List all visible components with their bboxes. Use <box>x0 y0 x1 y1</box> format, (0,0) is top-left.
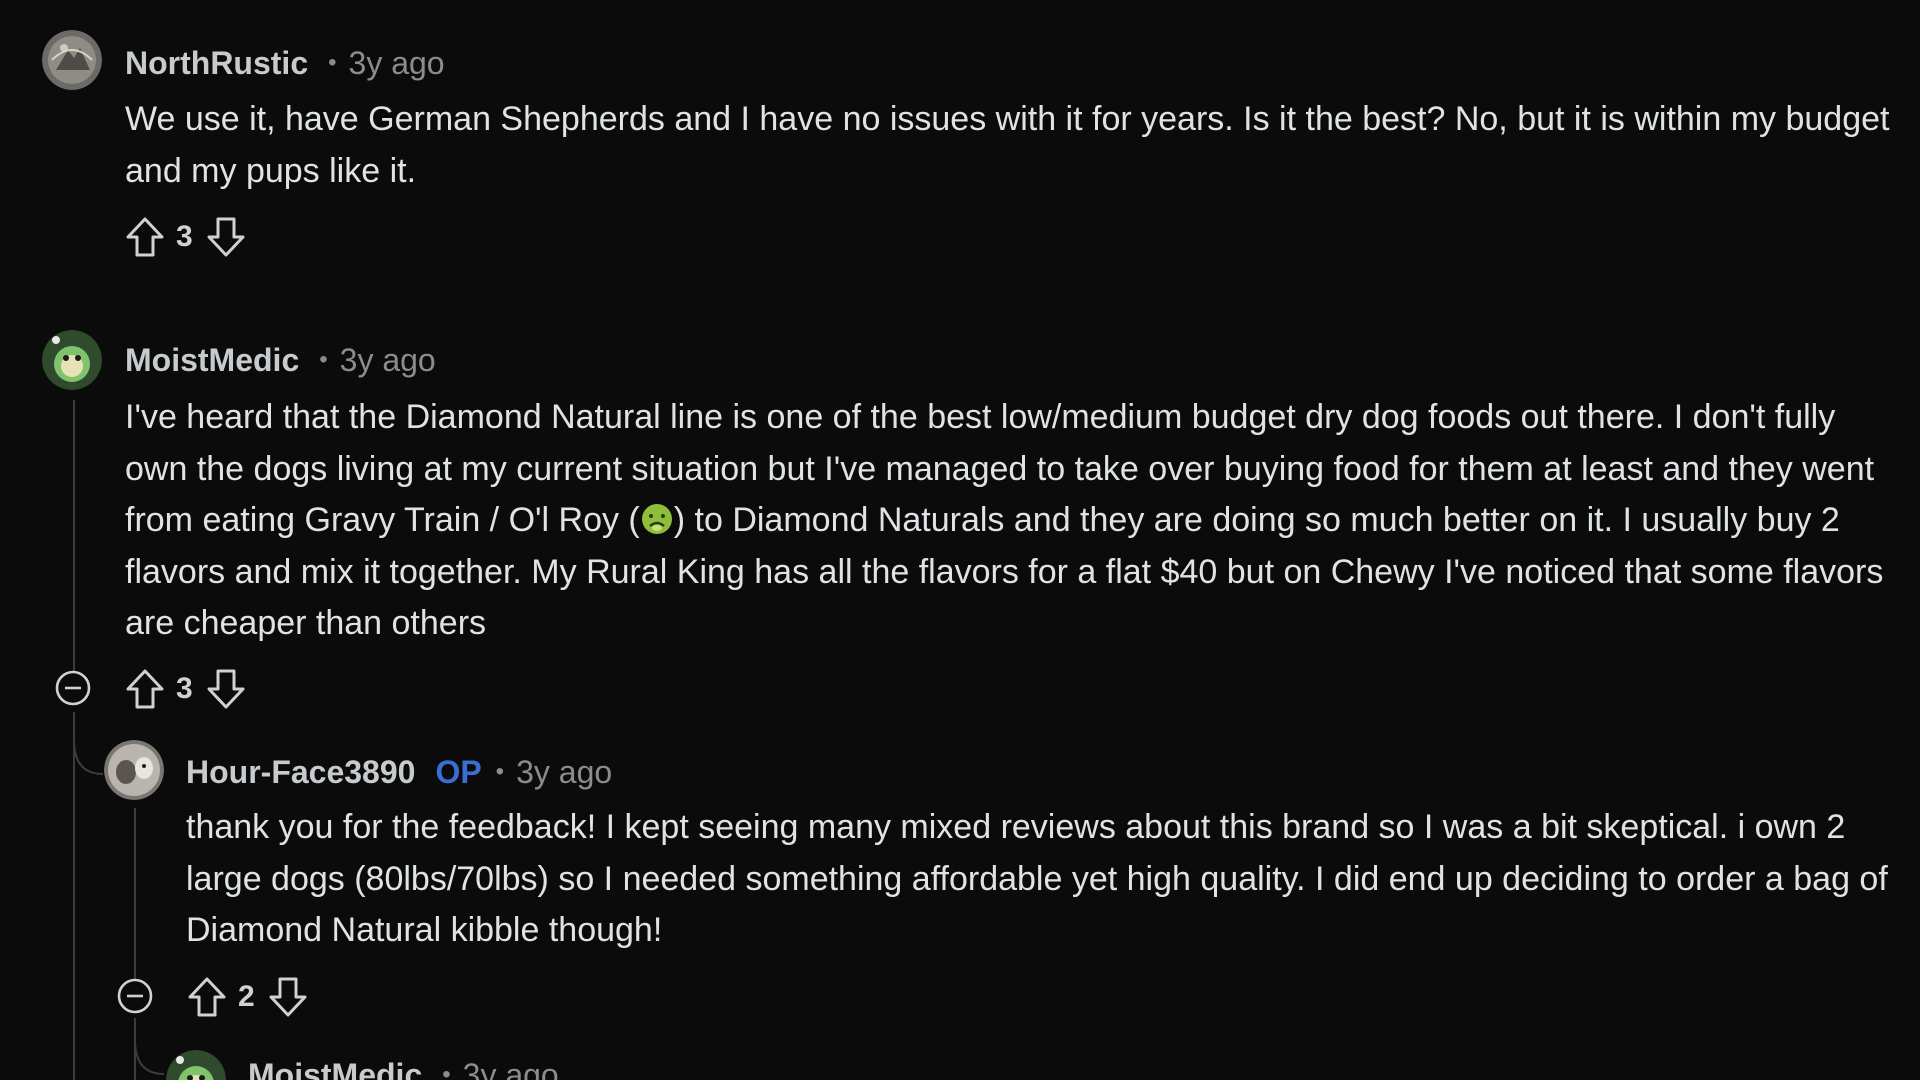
upvote-icon[interactable] <box>124 215 166 259</box>
op-badge: OP <box>435 753 482 790</box>
vote-score: 3 <box>176 220 193 253</box>
vote-score: 3 <box>176 672 193 705</box>
username[interactable]: Hour-Face3890 <box>186 754 415 791</box>
thread-line-hour-face[interactable] <box>134 808 136 988</box>
avatar[interactable] <box>104 740 164 800</box>
vote-bar: 2 <box>186 972 309 1022</box>
timestamp[interactable]: 3y ago <box>349 45 445 82</box>
downvote-icon[interactable] <box>205 215 247 259</box>
downvote-icon[interactable] <box>205 667 247 711</box>
username[interactable]: NorthRustic <box>125 45 308 82</box>
meta-separator: • <box>319 346 328 373</box>
comment-meta: MoistMedic • 3y ago <box>125 340 436 380</box>
meta-separator: • <box>328 49 337 76</box>
vote-score: 2 <box>238 980 255 1013</box>
upvote-icon[interactable] <box>124 667 166 711</box>
avatar[interactable] <box>42 330 102 390</box>
collapse-thread-button[interactable] <box>54 669 92 707</box>
thread-line-moistmedic[interactable] <box>73 400 75 680</box>
upvote-icon[interactable] <box>186 975 228 1019</box>
timestamp[interactable]: 3y ago <box>463 1057 559 1080</box>
comment-body: We use it, have German Shepherds and I h… <box>125 100 1890 190</box>
meta-separator: • <box>495 758 505 785</box>
avatar[interactable] <box>166 1050 226 1080</box>
comment-body: I've heard that the Diamond Natural line… <box>125 392 1900 650</box>
minus-circle-icon <box>55 670 91 706</box>
collapse-thread-button[interactable] <box>116 977 154 1015</box>
comment-meta: MoistMedic • 3y ago <box>248 1055 559 1080</box>
minus-circle-icon <box>117 978 153 1014</box>
downvote-icon[interactable] <box>267 975 309 1019</box>
vote-bar: 3 <box>124 212 247 262</box>
vote-bar: 3 <box>124 664 247 714</box>
username[interactable]: MoistMedic <box>248 1057 422 1080</box>
comment-meta: Hour-Face3890 OP • 3y ago <box>186 752 612 792</box>
timestamp[interactable]: 3y ago <box>340 342 436 379</box>
username[interactable]: MoistMedic <box>125 342 299 379</box>
comment-body: thank you for the feedback! I kept seein… <box>186 808 1888 949</box>
meta-separator: • <box>442 1061 451 1080</box>
timestamp[interactable]: 3y ago <box>516 754 612 791</box>
comment-meta: NorthRustic • 3y ago <box>125 43 445 83</box>
nauseated-face-emoji-icon <box>640 502 674 536</box>
avatar[interactable] <box>42 30 102 90</box>
comment-thread: NorthRustic • 3y ago We use it, have Ger… <box>0 0 1920 1080</box>
